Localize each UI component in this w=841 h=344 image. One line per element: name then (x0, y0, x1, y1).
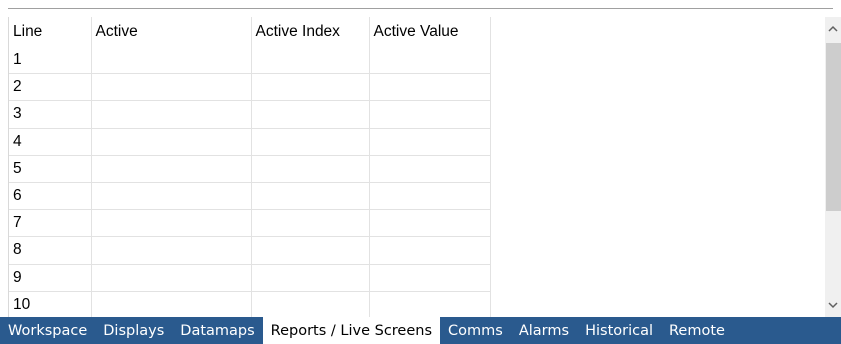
column-header-line[interactable]: Line (9, 17, 92, 47)
live-screen-table: Line Active Active Index Active Value 12… (9, 17, 491, 317)
cell-active-index[interactable] (251, 236, 370, 265)
table-row[interactable]: 10 (9, 291, 491, 317)
table-row[interactable]: 5 (9, 155, 491, 183)
cell-active-index[interactable] (251, 209, 370, 238)
cell-line[interactable]: 5 (9, 155, 92, 183)
cell-active-index[interactable] (251, 291, 370, 317)
cell-active[interactable] (91, 291, 252, 317)
cell-active-index[interactable] (251, 47, 370, 75)
scrollbar-thumb[interactable] (826, 43, 841, 211)
cell-active-index[interactable] (251, 100, 370, 129)
cell-line[interactable]: 3 (9, 100, 92, 129)
table-row[interactable]: 6 (9, 182, 491, 211)
vertical-scrollbar[interactable] (825, 17, 841, 317)
cell-line[interactable]: 8 (9, 236, 92, 265)
cell-active-value[interactable] (369, 291, 491, 317)
tab-alarms[interactable]: Alarms (511, 317, 577, 344)
cell-line[interactable]: 7 (9, 209, 92, 238)
column-header-active-index[interactable]: Active Index (251, 17, 370, 47)
chevron-up-icon (828, 25, 838, 32)
cell-active-value[interactable] (369, 73, 491, 102)
table-row[interactable]: 4 (9, 128, 491, 156)
table-row[interactable]: 9 (9, 264, 491, 292)
chevron-down-icon (828, 302, 838, 309)
cell-line[interactable]: 10 (9, 291, 92, 317)
cell-active-value[interactable] (369, 236, 491, 265)
cell-active-index[interactable] (251, 264, 370, 292)
cell-active[interactable] (91, 236, 252, 265)
cell-active[interactable] (91, 264, 252, 292)
cell-line[interactable]: 2 (9, 73, 92, 102)
tab-workspace[interactable]: Workspace (0, 317, 95, 344)
cell-active-index[interactable] (251, 73, 370, 102)
cell-line[interactable]: 6 (9, 182, 92, 211)
table-row[interactable]: 2 (9, 73, 491, 102)
cell-active-index[interactable] (251, 128, 370, 156)
tab-historical[interactable]: Historical (577, 317, 661, 344)
cell-active[interactable] (91, 182, 252, 211)
table-row[interactable]: 7 (9, 209, 491, 238)
table-row[interactable]: 1 (9, 47, 491, 75)
cell-active[interactable] (91, 155, 252, 183)
cell-line[interactable]: 9 (9, 264, 92, 292)
scroll-up-button[interactable] (825, 17, 841, 41)
cell-active-value[interactable] (369, 128, 491, 156)
top-border (0, 0, 841, 14)
cell-active[interactable] (91, 47, 252, 75)
divider (8, 8, 833, 9)
cell-active[interactable] (91, 209, 252, 238)
cell-active[interactable] (91, 73, 252, 102)
tab-displays[interactable]: Displays (95, 317, 172, 344)
tab-comms[interactable]: Comms (440, 317, 511, 344)
tab-datamaps[interactable]: Datamaps (172, 317, 262, 344)
cell-active-value[interactable] (369, 100, 491, 129)
table-row[interactable]: 8 (9, 236, 491, 265)
cell-line[interactable]: 4 (9, 128, 92, 156)
cell-active[interactable] (91, 100, 252, 129)
tab-remote[interactable]: Remote (661, 317, 733, 344)
tab-reports-live-screens[interactable]: Reports / Live Screens (262, 317, 441, 344)
cell-active-value[interactable] (369, 264, 491, 292)
table-row[interactable]: 3 (9, 100, 491, 129)
cell-active-index[interactable] (251, 155, 370, 183)
cell-line[interactable]: 1 (9, 47, 92, 75)
cell-active-value[interactable] (369, 47, 491, 75)
column-header-active-value[interactable]: Active Value (369, 17, 491, 47)
cell-active-value[interactable] (369, 209, 491, 238)
data-grid: Line Active Active Index Active Value 12… (8, 17, 825, 317)
table-header-row: Line Active Active Index Active Value (9, 17, 491, 47)
bottom-tab-bar: Workspace Displays Datamaps Reports / Live … (0, 317, 841, 344)
cell-active-value[interactable] (369, 155, 491, 183)
column-header-active[interactable]: Active (91, 17, 252, 47)
cell-active-value[interactable] (369, 182, 491, 211)
scroll-down-button[interactable] (825, 293, 841, 317)
cell-active-index[interactable] (251, 182, 370, 211)
cell-active[interactable] (91, 128, 252, 156)
